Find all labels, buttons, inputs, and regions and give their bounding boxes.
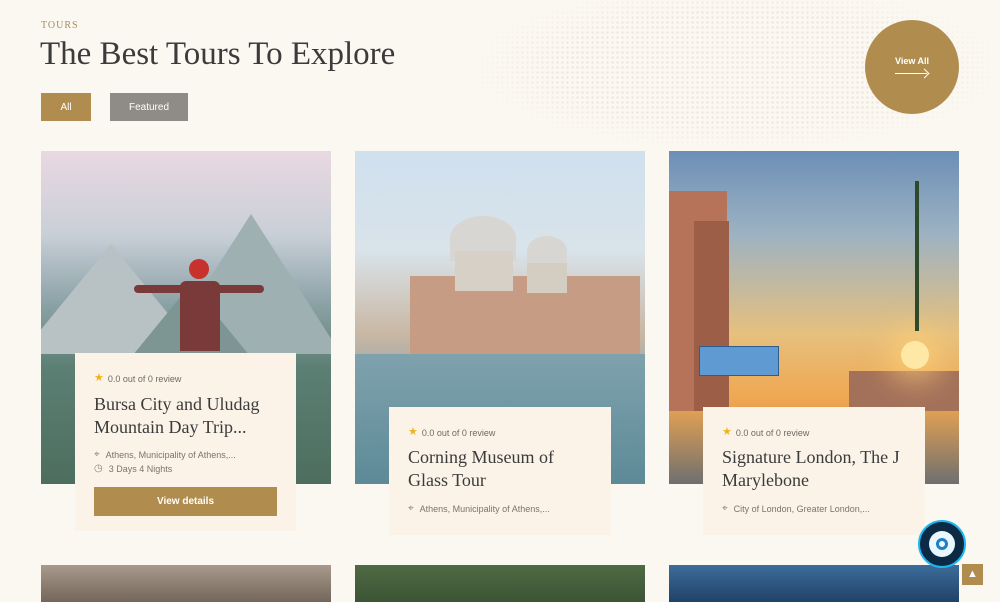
rating-text: 0.0 out of 0 review bbox=[421, 427, 496, 438]
view-all-label: View All bbox=[894, 56, 929, 66]
clock-icon: ◷ bbox=[94, 463, 103, 474]
chat-widget-button[interactable] bbox=[918, 520, 966, 568]
scroll-to-top-button[interactable]: ▲ bbox=[962, 564, 983, 585]
location-text: Athens, Municipality of Athens,... bbox=[419, 503, 550, 514]
card-duration: ◷ 3 Days 4 Nights bbox=[94, 463, 172, 474]
card-title[interactable]: Corning Museum of Glass Tour bbox=[408, 446, 598, 492]
filter-all-button[interactable]: All bbox=[41, 93, 91, 121]
location-pin-icon: ⌖ bbox=[408, 503, 414, 514]
location-text: City of London, Greater London,... bbox=[733, 503, 870, 514]
page-title: The Best Tours To Explore bbox=[40, 36, 396, 72]
tour-card-image-preview[interactable] bbox=[355, 565, 645, 602]
tour-card-bursa: ★ 0.0 out of 0 review Bursa City and Ulu… bbox=[75, 353, 296, 531]
star-icon: ★ bbox=[94, 372, 104, 384]
tour-card-corning: ★ 0.0 out of 0 review Corning Museum of … bbox=[389, 407, 611, 535]
tour-card-london: ★ 0.0 out of 0 review Signature London, … bbox=[703, 407, 925, 535]
filter-featured-button[interactable]: Featured bbox=[110, 93, 188, 121]
view-details-button[interactable]: View details bbox=[94, 487, 277, 516]
location-text: Athens, Municipality of Athens,... bbox=[105, 449, 236, 460]
card-title[interactable]: Signature London, The J Marylebone bbox=[722, 446, 912, 492]
card-title[interactable]: Bursa City and Uludag Mountain Day Trip.… bbox=[94, 393, 284, 439]
card-location: ⌖ Athens, Municipality of Athens,... bbox=[94, 449, 236, 460]
chat-widget-icon bbox=[929, 531, 955, 557]
location-pin-icon: ⌖ bbox=[94, 449, 100, 460]
card-location: ⌖ Athens, Municipality of Athens,... bbox=[408, 503, 550, 514]
star-icon: ★ bbox=[408, 426, 418, 438]
star-icon: ★ bbox=[722, 426, 732, 438]
rating-text: 0.0 out of 0 review bbox=[107, 373, 182, 384]
tours-section: TOURS The Best Tours To Explore All Feat… bbox=[0, 0, 1000, 602]
arrow-right-icon bbox=[895, 70, 929, 78]
chevron-up-icon: ▲ bbox=[967, 568, 978, 580]
rating: ★ 0.0 out of 0 review bbox=[408, 427, 495, 438]
rating-text: 0.0 out of 0 review bbox=[735, 427, 810, 438]
duration-text: 3 Days 4 Nights bbox=[108, 463, 173, 474]
location-pin-icon: ⌖ bbox=[722, 503, 728, 514]
section-eyebrow: TOURS bbox=[41, 20, 79, 31]
tour-card-image-preview[interactable] bbox=[41, 565, 331, 602]
rating: ★ 0.0 out of 0 review bbox=[722, 427, 809, 438]
view-all-button[interactable]: View All bbox=[865, 20, 959, 114]
tour-card-image-preview[interactable] bbox=[669, 565, 959, 602]
palm-decoration bbox=[915, 181, 959, 331]
card-location: ⌖ City of London, Greater London,... bbox=[722, 503, 870, 514]
sun-decoration bbox=[901, 341, 929, 369]
rating: ★ 0.0 out of 0 review bbox=[94, 373, 181, 384]
traveler-figure bbox=[134, 259, 264, 354]
